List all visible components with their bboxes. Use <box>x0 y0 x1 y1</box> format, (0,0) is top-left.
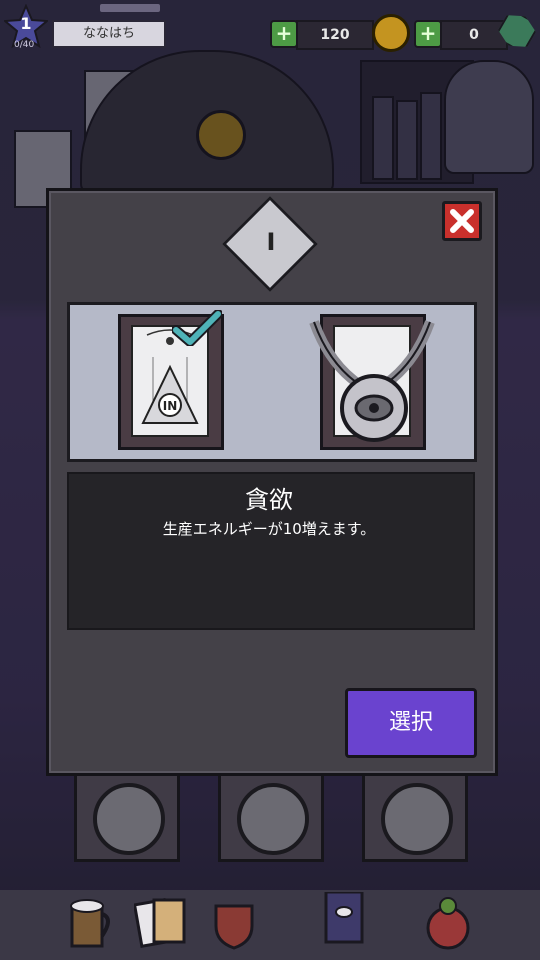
card-description: 生産エネルギーが10増えます。 <box>162 520 376 538</box>
locked-slot <box>218 770 324 862</box>
energy-counter: 120 <box>296 20 374 50</box>
tier-label: I <box>266 228 276 256</box>
shield-icon[interactable] <box>206 892 262 952</box>
eye-coin-icon <box>372 14 410 52</box>
check-icon <box>172 310 222 346</box>
globe-icon[interactable] <box>422 892 478 952</box>
gem-counter: 0 <box>440 20 508 50</box>
select-button[interactable]: 選択 <box>345 688 477 758</box>
add-energy-button[interactable]: + <box>270 20 298 48</box>
close-icon <box>450 209 474 233</box>
card-glyph: IN <box>163 399 178 413</box>
name-tag-decoration <box>100 4 160 12</box>
chain-lock-icon <box>309 320 435 442</box>
cards-icon[interactable] <box>132 892 190 952</box>
beer-mug-icon[interactable] <box>62 892 118 952</box>
locked-slot <box>362 770 468 862</box>
card-title: 貪欲 <box>245 486 293 514</box>
close-button[interactable] <box>442 201 482 241</box>
player-name[interactable]: ななはち <box>52 20 166 48</box>
add-gems-button[interactable]: + <box>414 20 442 48</box>
level-number: 1 <box>20 14 32 33</box>
locked-slot <box>74 770 180 862</box>
level-progress: 0/40 <box>14 40 35 50</box>
card-deck-icon[interactable] <box>320 890 376 952</box>
